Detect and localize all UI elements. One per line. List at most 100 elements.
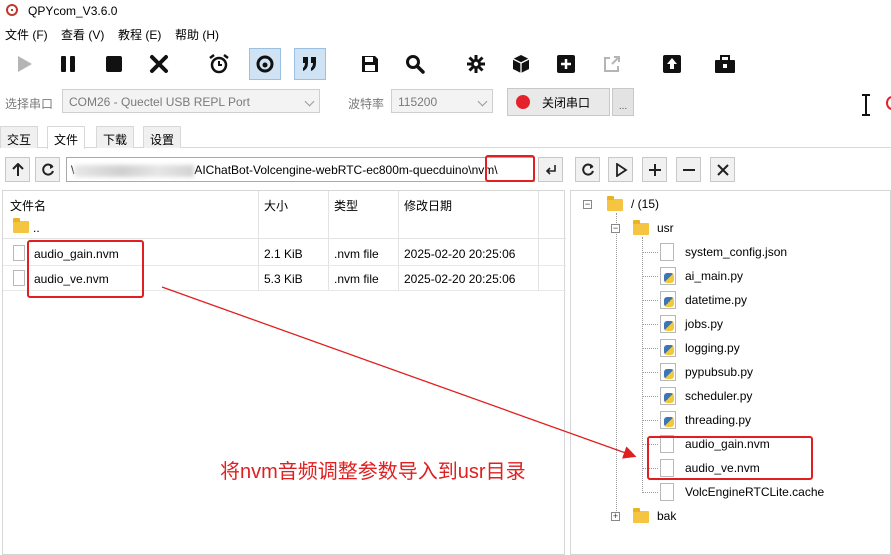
- python-file-icon: [660, 363, 676, 381]
- tree-node-file[interactable]: VolcEngineRTCLite.cache: [571, 481, 891, 503]
- expand-icon[interactable]: +: [611, 512, 620, 521]
- tree-node-label: ai_main.py: [685, 269, 744, 283]
- folder-icon: [13, 218, 29, 233]
- upload-icon[interactable]: [656, 48, 688, 80]
- baud-select-value: 115200: [398, 95, 438, 109]
- redacted-path: [74, 164, 195, 177]
- baud-select[interactable]: 115200: [391, 89, 493, 113]
- chevron-down-icon: [477, 96, 488, 107]
- tree-guide-line: [642, 396, 658, 397]
- file-date: 2025-02-20 20:25:06: [404, 272, 516, 286]
- add-icon[interactable]: [550, 48, 582, 80]
- parent-dir[interactable]: ..: [33, 221, 40, 235]
- port-select[interactable]: COM26 - Quectel USB REPL Port: [62, 89, 320, 113]
- tree-node-file[interactable]: ai_main.py: [571, 265, 891, 287]
- tree-node-root[interactable]: − / (15): [571, 193, 891, 215]
- add-icon[interactable]: [642, 157, 667, 182]
- collapse-icon[interactable]: −: [583, 200, 592, 209]
- cube-icon[interactable]: [505, 48, 537, 80]
- quote-close-icon[interactable]: [294, 48, 326, 80]
- delete-icon[interactable]: [710, 157, 735, 182]
- pause-icon[interactable]: [52, 48, 84, 80]
- close-port-button[interactable]: 关闭串口: [507, 88, 610, 116]
- tab-interaction[interactable]: 交互: [0, 126, 39, 148]
- tree-guide-line: [642, 372, 658, 373]
- tree-node-file[interactable]: system_config.json: [571, 241, 891, 263]
- file-size: 5.3 KiB: [264, 272, 303, 286]
- app-logo-icon: [6, 4, 18, 16]
- chevron-down-icon: [304, 96, 315, 107]
- file-type: .nvm file: [334, 272, 379, 286]
- device-file-tree: − / (15) − usr system_config.json ai_main…: [570, 190, 891, 555]
- refresh-icon[interactable]: [35, 157, 60, 182]
- search-icon[interactable]: [399, 48, 431, 80]
- enter-arrow-icon[interactable]: [538, 157, 563, 182]
- python-file-icon: [660, 411, 676, 429]
- col-size[interactable]: 大小: [264, 197, 288, 214]
- record-dot-icon: [516, 95, 530, 109]
- tree-node-label: datetime.py: [685, 293, 748, 307]
- tab-download[interactable]: 下载: [96, 126, 135, 148]
- tree-guide-line: [642, 420, 658, 421]
- tree-guide-line: [642, 276, 658, 277]
- menu-view[interactable]: 查看 (V): [61, 26, 104, 43]
- highlight-box: [485, 155, 535, 182]
- device-tree-toolbar: [573, 156, 891, 186]
- tree-node-usr[interactable]: − usr: [571, 217, 891, 239]
- toolbox-icon[interactable]: [709, 48, 741, 80]
- menu-help[interactable]: 帮助 (H): [175, 26, 219, 43]
- tree-node-file[interactable]: pypubsub.py: [571, 361, 891, 383]
- tree-node-label: threading.py: [685, 413, 752, 427]
- col-modified[interactable]: 修改日期: [404, 197, 452, 214]
- title-bar: QPYcom_V3.6.0: [0, 0, 891, 22]
- highlight-box: [647, 436, 813, 480]
- alarm-clock-icon[interactable]: [203, 48, 235, 80]
- minus-icon[interactable]: [676, 157, 701, 182]
- tree-node-file[interactable]: datetime.py: [571, 289, 891, 311]
- serial-port-bar: 选择串口 COM26 - Quectel USB REPL Port 波特率 1…: [0, 87, 891, 117]
- file-date: 2025-02-20 20:25:06: [404, 247, 516, 261]
- menu-file[interactable]: 文件 (F): [5, 26, 48, 43]
- col-filename[interactable]: 文件名: [10, 197, 46, 214]
- menu-bar: 文件 (F) 查看 (V) 教程 (E) 帮助 (H): [0, 24, 891, 44]
- highlight-box: [27, 240, 144, 298]
- folder-icon: [607, 196, 623, 211]
- annotation-caption: 将nvm音频调整参数导入到usr目录: [220, 461, 526, 483]
- main-toolbar: [0, 46, 891, 82]
- close-icon[interactable]: [143, 48, 175, 80]
- tree-node-bak[interactable]: + bak: [571, 505, 891, 527]
- tree-guide-line: [642, 324, 658, 325]
- tab-file[interactable]: 文件: [47, 126, 86, 149]
- quote-open-icon[interactable]: [249, 48, 281, 80]
- tree-node-label: jobs.py: [685, 317, 724, 331]
- col-type[interactable]: 类型: [334, 197, 358, 214]
- tree-node-file[interactable]: threading.py: [571, 409, 891, 431]
- gear-icon[interactable]: [460, 48, 492, 80]
- tree-node-label: / (15): [631, 197, 660, 211]
- folder-icon: [633, 220, 649, 235]
- refresh-icon[interactable]: [575, 157, 600, 182]
- more-button[interactable]: ...: [612, 88, 634, 116]
- tree-node-file[interactable]: scheduler.py: [571, 385, 891, 407]
- save-icon[interactable]: [354, 48, 386, 80]
- tab-bar: 交互 文件 下载 设置: [0, 126, 891, 149]
- up-arrow-icon[interactable]: [5, 157, 30, 182]
- local-path-input[interactable]: \ AIChatBot-Volcengine-webRTC-ec800m-quec…: [66, 157, 535, 182]
- external-link-icon[interactable]: [596, 48, 628, 80]
- tree-node-label: usr: [657, 221, 674, 235]
- tab-settings[interactable]: 设置: [143, 126, 182, 148]
- collapse-icon[interactable]: −: [611, 224, 620, 233]
- file-icon: [13, 245, 25, 261]
- window-title: QPYcom_V3.6.0: [28, 4, 118, 18]
- file-size: 2.1 KiB: [264, 247, 303, 261]
- tree-node-file[interactable]: logging.py: [571, 337, 891, 359]
- close-port-label: 关闭串口: [542, 95, 591, 110]
- tree-node-label: VolcEngineRTCLite.cache: [685, 485, 825, 499]
- tree-node-file[interactable]: jobs.py: [571, 313, 891, 335]
- run-icon[interactable]: [608, 157, 633, 182]
- play-icon[interactable]: [8, 48, 40, 80]
- stop-icon[interactable]: [98, 48, 130, 80]
- menu-tutorial[interactable]: 教程 (E): [118, 26, 161, 43]
- folder-icon: [633, 508, 649, 523]
- file-type: .nvm file: [334, 247, 379, 261]
